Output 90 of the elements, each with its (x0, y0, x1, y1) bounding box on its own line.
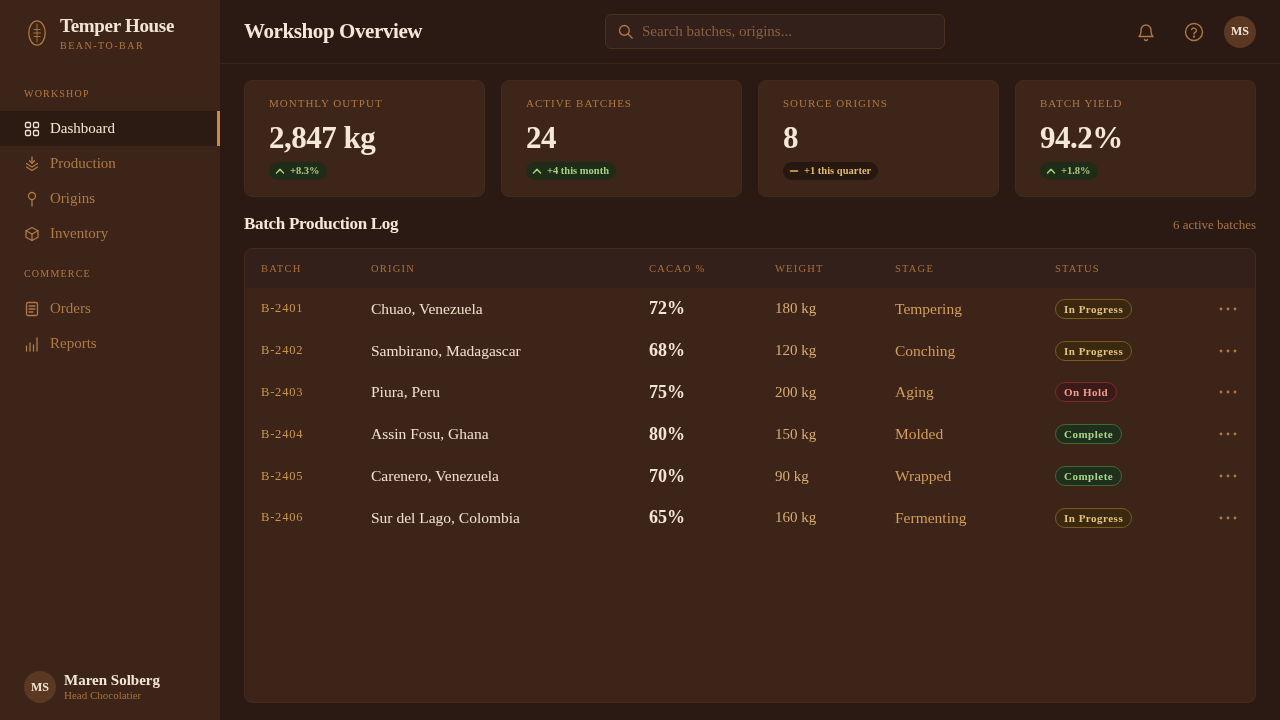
more-icon (1219, 306, 1237, 311)
batch-id: B-2406 (261, 510, 304, 526)
batch-id: B-2401 (261, 301, 304, 317)
section-label: WORKSHOP (23, 87, 91, 101)
user-avatar[interactable]: MS (1224, 15, 1256, 48)
table-cell: Fermenting (895, 508, 967, 527)
status-badge: Complete (1055, 466, 1123, 487)
grid-icon (24, 120, 40, 137)
status-badge: Complete (1055, 424, 1123, 445)
document-icon (24, 300, 40, 317)
table-cell: Sambirano, Madagascar (371, 341, 521, 360)
more-icon (1219, 515, 1237, 520)
cacao-bean-icon (28, 20, 46, 46)
table-cell: Piura, Peru (371, 383, 440, 402)
table-cell: 65% (649, 507, 685, 529)
help-icon (1184, 21, 1204, 42)
chevron-up-icon (1046, 166, 1056, 176)
status-badge: On Hold (1055, 382, 1118, 403)
kpi-value: 94.2% (1040, 121, 1123, 155)
nav-item[interactable]: Orders (0, 291, 220, 326)
status-badge: In Progress (1055, 298, 1133, 319)
column-header: STATUS (1055, 263, 1100, 274)
brand-name: Temper House (60, 15, 175, 37)
table-cell: 120 kg (775, 342, 817, 360)
column-header: WEIGHT (775, 263, 824, 274)
table-cell: Wrapped (895, 467, 952, 486)
status-badge: In Progress (1055, 340, 1133, 361)
more-icon (1219, 474, 1237, 479)
user-role: Head Chocolatier (64, 689, 143, 702)
trend-text: +1.8% (1061, 165, 1091, 177)
table-cell: Assin Fosu, Ghana (371, 425, 489, 444)
trend-text: +8.3% (290, 165, 320, 177)
table-cell: Aging (895, 383, 934, 402)
kpi-value: 24 (526, 121, 556, 155)
batch-count: 6 active batches (1173, 217, 1256, 233)
column-header: CACAO % (649, 263, 706, 274)
chevron-up-icon (532, 166, 542, 176)
nav-item[interactable]: Production (0, 146, 220, 181)
table-cell: Conching (895, 341, 956, 360)
table-cell: Sur del Lago, Colombia (371, 508, 520, 527)
nav-item[interactable]: Origins (0, 181, 220, 216)
status-badge: In Progress (1055, 507, 1133, 528)
table-cell: 68% (649, 340, 685, 362)
table-cell: 180 kg (775, 300, 817, 318)
trend-text: +4 this month (547, 165, 609, 177)
column-header: ORIGIN (371, 263, 415, 274)
search-icon (618, 24, 633, 39)
kpi-label: BATCH YIELD (1040, 96, 1123, 110)
table-cell: Tempering (895, 299, 962, 318)
table-cell: 80% (649, 423, 685, 445)
more-icon (1219, 348, 1237, 353)
table-cell: 90 kg (775, 467, 809, 485)
box-icon (24, 225, 40, 242)
table-cell: Molded (895, 425, 944, 444)
batch-id: B-2402 (261, 343, 304, 359)
table-cell: 75% (649, 382, 685, 403)
column-header: STAGE (895, 263, 934, 274)
user-avatar: MS (24, 671, 56, 703)
column-header: BATCH (261, 263, 302, 274)
kpi-label: MONTHLY OUTPUT (269, 96, 383, 110)
chevron-up-icon (275, 166, 285, 176)
batch-id: B-2404 (261, 426, 304, 442)
kpi-value: 2,847 kg (269, 121, 376, 155)
section-title: Batch Production Log (244, 213, 399, 235)
chevrons-down-icon (24, 155, 40, 172)
kpi-value: 8 (783, 121, 798, 155)
batch-id: B-2405 (261, 468, 304, 484)
batch-id: B-2403 (261, 385, 304, 400)
nav-item[interactable]: Inventory (0, 216, 220, 251)
table-cell: 72% (649, 298, 685, 320)
brand-tagline: BEAN-TO-BAR (60, 39, 146, 53)
table-cell: 150 kg (775, 425, 817, 443)
kpi-label: SOURCE ORIGINS (783, 96, 888, 110)
bell-icon (1136, 21, 1156, 42)
bar-chart-icon (24, 335, 40, 352)
more-icon (1219, 432, 1237, 437)
section-label: COMMERCE (23, 267, 92, 281)
user-name: Maren Solberg (64, 672, 160, 689)
table-cell: 70% (649, 465, 685, 487)
table-cell: 200 kg (775, 384, 817, 401)
nav-item[interactable]: Dashboard (0, 111, 220, 146)
more-icon (1219, 390, 1237, 395)
kpi-label: ACTIVE BATCHES (526, 96, 632, 110)
table-cell: Chuao, Venezuela (371, 299, 483, 318)
search-field[interactable]: Search batches, origins... (605, 14, 945, 49)
table-cell: Carenero, Venezuela (371, 467, 499, 486)
nav-item[interactable]: Reports (0, 326, 220, 361)
trend-text: +1 this quarter (804, 165, 872, 177)
page-title: Workshop Overview (244, 19, 423, 44)
table-cell: 160 kg (775, 509, 817, 527)
